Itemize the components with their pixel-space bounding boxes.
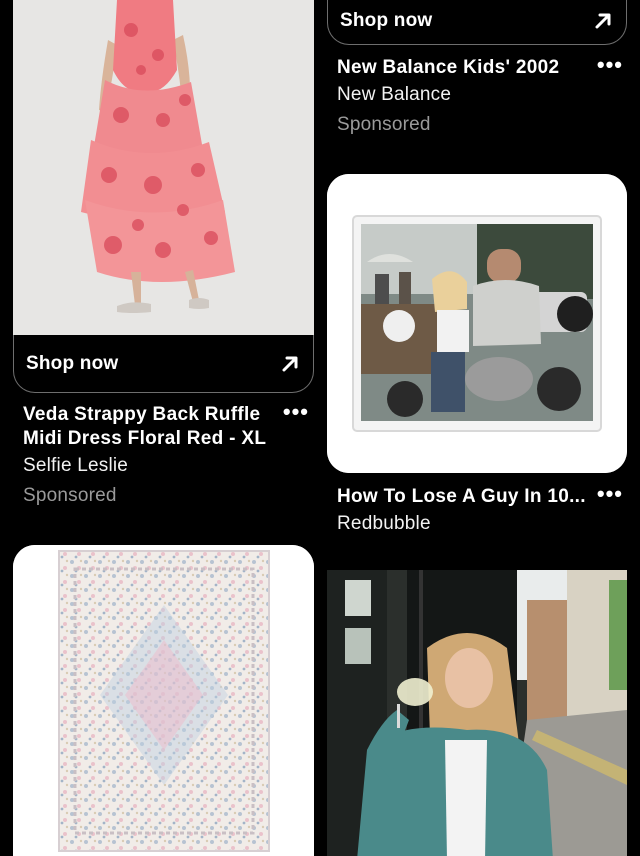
- pin-source[interactable]: Selfie Leslie: [23, 454, 309, 478]
- street-photo: [327, 570, 627, 856]
- more-dots-icon[interactable]: •••: [275, 401, 309, 423]
- sponsored-label: Sponsored: [23, 485, 117, 506]
- pin-source[interactable]: New Balance: [337, 83, 623, 107]
- more-dots-icon[interactable]: •••: [589, 483, 623, 505]
- rug-pin-image[interactable]: [13, 545, 314, 856]
- pin-title[interactable]: How To Lose A Guy In 10...: [337, 485, 586, 509]
- arrow-up-right-icon: [595, 13, 611, 29]
- pin-title[interactable]: Veda Strappy Back Ruffle Midi Dress Flor…: [23, 403, 275, 451]
- dress-pin-image[interactable]: [13, 0, 314, 335]
- more-dots-icon[interactable]: •••: [589, 54, 623, 76]
- shop-now-label: Shop now: [340, 10, 433, 31]
- dress-photo: [13, 0, 314, 335]
- pin-title[interactable]: New Balance Kids' 2002: [337, 56, 559, 80]
- sticker-pin-meta: How To Lose A Guy In 10... ••• Redbubble: [337, 483, 623, 536]
- rug-photo: [13, 545, 314, 856]
- shop-now-label: Shop now: [26, 352, 119, 374]
- sticker-pin-image[interactable]: [327, 174, 627, 473]
- pin-source[interactable]: Redbubble: [337, 512, 623, 536]
- arrow-up-right-icon: [282, 356, 298, 371]
- dress-shop-now-button[interactable]: Shop now: [13, 335, 314, 393]
- sticker-photo: [327, 174, 627, 473]
- dress-pin-meta: Veda Strappy Back Ruffle Midi Dress Flor…: [23, 401, 309, 508]
- photo-pin-image[interactable]: [327, 570, 627, 856]
- shoes-pin-meta: New Balance Kids' 2002 ••• New Balance S…: [337, 54, 623, 137]
- sponsored-label: Sponsored: [337, 114, 431, 135]
- shoes-shop-now-button[interactable]: Shop now: [327, 0, 627, 45]
